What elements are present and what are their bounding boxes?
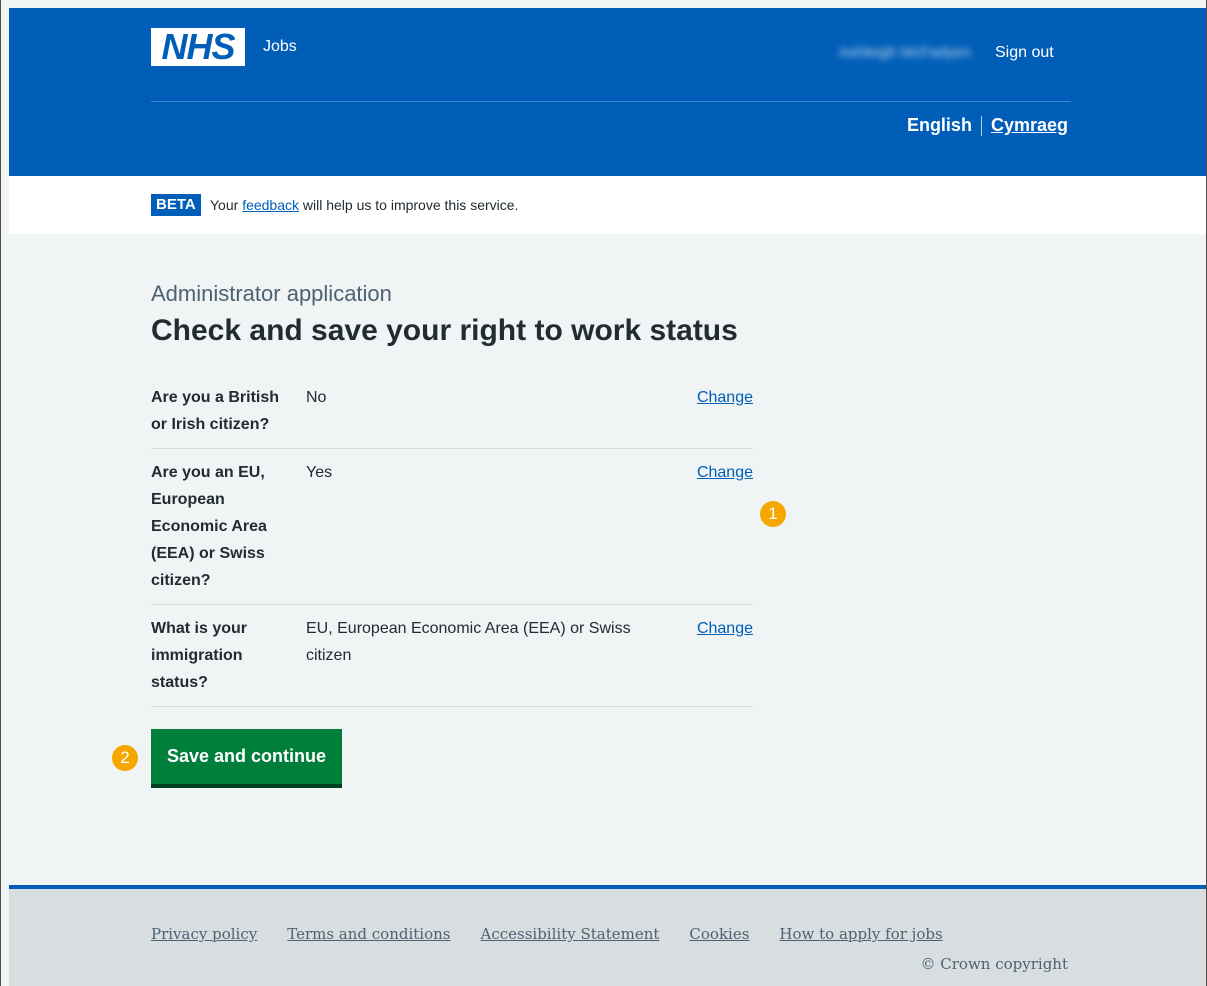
page: NHS Jobs Ashleigh McFadyen Sign out Engl… [0, 0, 1207, 986]
page-caption: Administrator application [151, 281, 392, 306]
footer-link-accessibility[interactable]: Accessibility Statement [481, 925, 660, 943]
beta-text: Your feedback will help us to improve th… [210, 197, 518, 213]
footer-link-cookies[interactable]: Cookies [689, 925, 749, 943]
lang-separator [980, 115, 982, 136]
footer-link-privacy[interactable]: Privacy policy [151, 925, 257, 943]
summary-key: What is your immigration status? [151, 620, 248, 691]
save-and-continue-button[interactable]: Save and continue [151, 729, 342, 784]
summary-value: Yes [306, 464, 333, 481]
sign-out-link[interactable]: Sign out [995, 44, 1054, 62]
beta-banner: BETA Your feedback will help us to impro… [9, 176, 1206, 234]
summary-key: Are you a British or Irish citizen? [151, 389, 280, 433]
step-marker-2: 2 [112, 745, 138, 771]
summary-row-british-irish: Are you a British or Irish citizen? No C… [151, 376, 753, 449]
lang-english: English [906, 115, 972, 135]
lang-welsh-link[interactable]: Cymraeg [991, 115, 1068, 136]
language-switcher: English Cymraeg [907, 115, 1068, 136]
feedback-link[interactable]: feedback [242, 197, 299, 213]
summary-key: Are you an EU, European Economic Area (E… [151, 464, 267, 589]
summary-action: Change [676, 384, 753, 438]
step-marker-1: 1 [760, 501, 786, 527]
summary-action: Change [676, 615, 753, 696]
summary-value: EU, European Economic Area (EEA) or Swis… [306, 620, 631, 664]
change-link-eu-eea-swiss[interactable]: Change [697, 464, 753, 481]
summary-list: Are you a British or Irish citizen? No C… [151, 376, 753, 707]
page-title: Check and save your right to work status [151, 314, 738, 347]
site-header: NHS Jobs Ashleigh McFadyen Sign out Engl… [9, 8, 1206, 176]
summary-row-eu-eea-swiss: Are you an EU, European Economic Area (E… [151, 449, 753, 605]
summary-value: No [306, 389, 327, 406]
beta-text-after: will help us to improve this service. [302, 197, 519, 213]
summary-action: Change [676, 459, 753, 594]
change-link-immigration-status[interactable]: Change [697, 620, 753, 637]
footer-link-how-to-apply[interactable]: How to apply for jobs [779, 925, 942, 943]
beta-text-before: Your [210, 197, 239, 213]
footer-links: Privacy policy Terms and conditions Acce… [151, 925, 943, 943]
site-footer: Privacy policy Terms and conditions Acce… [9, 885, 1206, 986]
beta-tag: BETA [151, 194, 201, 216]
footer-link-terms[interactable]: Terms and conditions [287, 925, 450, 943]
service-name[interactable]: Jobs [263, 38, 297, 56]
copyright: © Crown copyright [920, 955, 1068, 973]
header-divider [151, 101, 1071, 102]
summary-row-immigration-status: What is your immigration status? EU, Eur… [151, 605, 753, 707]
nhs-logo-text: NHS [161, 26, 235, 67]
change-link-british-irish[interactable]: Change [697, 389, 753, 406]
user-name: Ashleigh McFadyen [839, 44, 971, 61]
nhs-logo[interactable]: NHS [151, 28, 245, 66]
